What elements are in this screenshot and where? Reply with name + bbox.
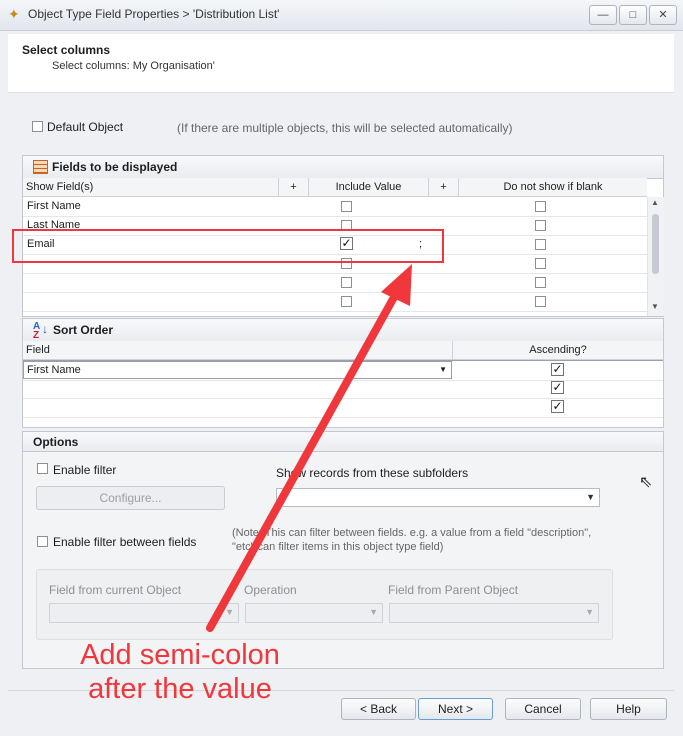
mouse-cursor-icon: ⇖ (639, 474, 653, 491)
annotation-text: Add semi-colon after the value (80, 639, 280, 705)
annotation-arrow-shaft (206, 286, 402, 632)
annotation-arrow (206, 264, 412, 632)
